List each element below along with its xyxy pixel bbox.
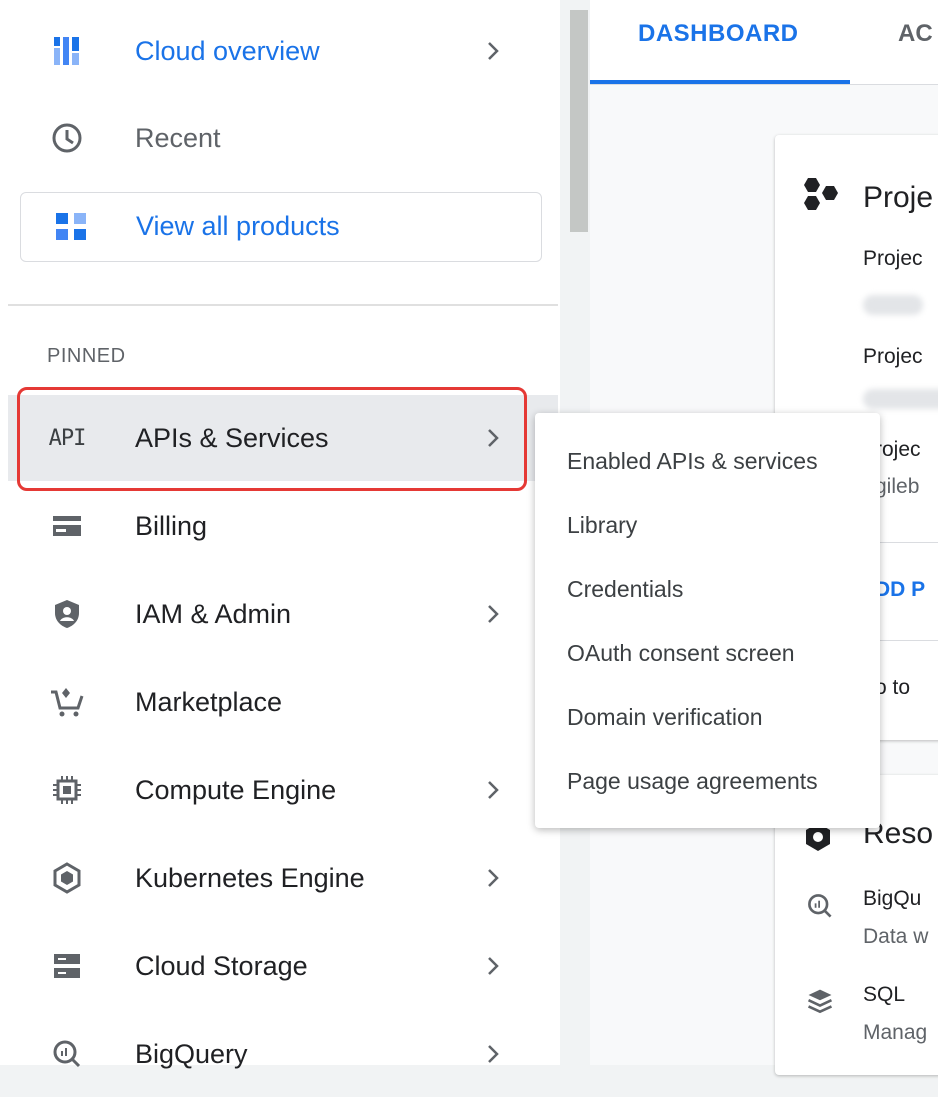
chevron-right-icon bbox=[482, 423, 504, 453]
sidebar-item-label: Recent bbox=[135, 122, 221, 153]
menu-item-enabled-apis[interactable]: Enabled APIs & services bbox=[567, 448, 818, 475]
kubernetes-icon bbox=[48, 859, 86, 897]
sidebar-item-label: IAM & Admin bbox=[135, 598, 292, 629]
resource-name[interactable]: BigQu bbox=[863, 887, 921, 911]
sidebar-item-apis-services[interactable]: API APIs & Services bbox=[8, 395, 558, 481]
go-to-settings-link[interactable]: o to bbox=[875, 676, 910, 700]
chevron-right-icon bbox=[482, 36, 504, 66]
api-icon: API bbox=[48, 425, 87, 451]
tab-activity[interactable]: AC bbox=[898, 20, 933, 48]
menu-item-page-usage[interactable]: Page usage agreements bbox=[567, 768, 818, 795]
bigquery-icon bbox=[805, 891, 835, 926]
sidebar-item-label: Cloud Storage bbox=[135, 950, 308, 981]
sidebar-item-iam-admin[interactable]: IAM & Admin bbox=[8, 571, 558, 657]
chevron-right-icon bbox=[482, 863, 504, 893]
tab-dashboard[interactable]: DASHBOARD bbox=[590, 0, 850, 84]
sidebar-item-label: Compute Engine bbox=[135, 774, 337, 805]
menu-item-oauth-consent[interactable]: OAuth consent screen bbox=[567, 640, 795, 667]
resource-name[interactable]: SQL bbox=[863, 983, 905, 1007]
add-people-link[interactable]: DD P bbox=[875, 578, 925, 602]
shield-icon bbox=[48, 595, 86, 633]
tab-bar: DASHBOARD AC bbox=[590, 0, 938, 85]
sidebar-item-label: Cloud overview bbox=[135, 35, 320, 66]
clock-icon bbox=[48, 119, 86, 157]
bigquery-icon bbox=[48, 1035, 86, 1073]
cart-icon bbox=[48, 683, 86, 721]
grid-icon bbox=[54, 209, 90, 245]
redacted-value bbox=[863, 389, 938, 409]
menu-item-domain-verification[interactable]: Domain verification bbox=[567, 704, 763, 731]
sidebar-item-label: APIs & Services bbox=[135, 422, 329, 453]
storage-icon bbox=[48, 947, 86, 985]
card-title: Proje bbox=[863, 181, 934, 214]
sidebar-item-cloud-overview[interactable]: Cloud overview bbox=[8, 8, 558, 94]
sidebar-item-label: Marketplace bbox=[135, 686, 283, 717]
chevron-right-icon bbox=[482, 599, 504, 629]
sidebar-item-bigquery[interactable]: BigQuery bbox=[8, 1011, 558, 1097]
divider bbox=[8, 304, 558, 306]
sidebar-item-recent[interactable]: Recent bbox=[8, 95, 558, 181]
sidebar-scrollbar[interactable] bbox=[570, 10, 588, 232]
apis-services-submenu: Enabled APIs & services Library Credenti… bbox=[535, 413, 880, 828]
sidebar-item-cloud-storage[interactable]: Cloud Storage bbox=[8, 923, 558, 1009]
project-id-value: gileb bbox=[875, 475, 920, 498]
project-name-label: Projec bbox=[863, 247, 923, 270]
chevron-right-icon bbox=[482, 951, 504, 981]
tab-label: DASHBOARD bbox=[638, 20, 799, 47]
view-all-products-button[interactable]: View all products bbox=[20, 192, 542, 262]
hexagons-icon bbox=[799, 175, 847, 228]
resource-desc: Data w bbox=[863, 925, 929, 948]
menu-item-credentials[interactable]: Credentials bbox=[567, 576, 683, 603]
sidebar-item-compute-engine[interactable]: Compute Engine bbox=[8, 747, 558, 833]
dashboard-icon bbox=[48, 32, 86, 70]
project-id-label: rojec bbox=[875, 438, 921, 461]
chevron-right-icon bbox=[482, 775, 504, 805]
view-all-products-label: View all products bbox=[136, 211, 340, 241]
sidebar-item-marketplace[interactable]: Marketplace bbox=[8, 659, 558, 745]
tab-active-indicator bbox=[590, 80, 850, 84]
menu-item-library[interactable]: Library bbox=[567, 512, 637, 539]
resource-desc: Manag bbox=[863, 1021, 928, 1044]
project-number-label: Projec bbox=[863, 345, 923, 368]
sidebar-item-kubernetes-engine[interactable]: Kubernetes Engine bbox=[8, 835, 558, 921]
sidebar-item-label: Billing bbox=[135, 510, 208, 541]
pinned-header: PINNED bbox=[47, 345, 126, 367]
sidebar-item-billing[interactable]: Billing bbox=[8, 483, 558, 569]
billing-icon bbox=[48, 507, 86, 545]
sidebar: Cloud overview Recent View all products … bbox=[0, 0, 560, 1069]
sidebar-item-label: Kubernetes Engine bbox=[135, 862, 365, 893]
sql-icon bbox=[805, 987, 835, 1022]
chip-icon bbox=[48, 771, 86, 809]
redacted-value bbox=[863, 295, 923, 315]
